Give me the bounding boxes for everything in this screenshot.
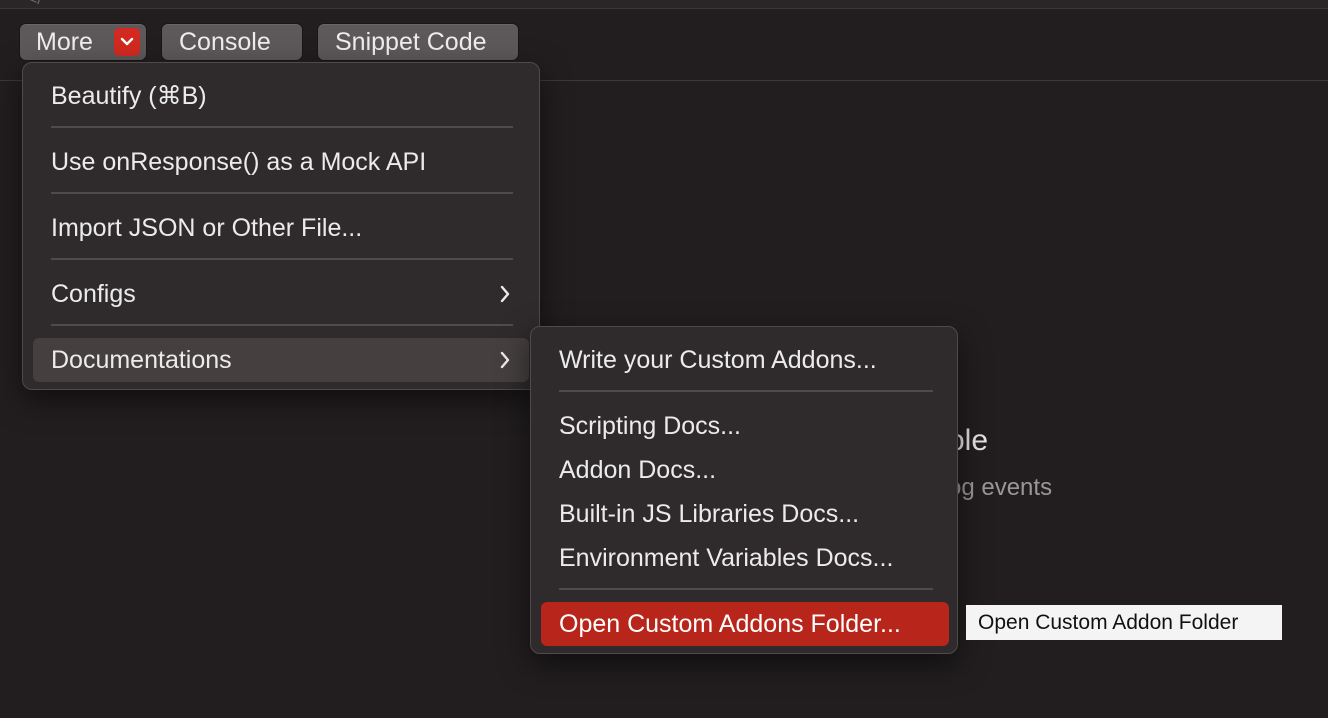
menu-item-documentations[interactable]: Documentations bbox=[33, 338, 529, 382]
menu-separator bbox=[51, 258, 513, 260]
menu-item-mock-api[interactable]: Use onResponse() as a Mock API bbox=[33, 140, 529, 184]
submenu-item-scripting-docs[interactable]: Scripting Docs... bbox=[541, 404, 949, 448]
menu-item-label: Use onResponse() as a Mock API bbox=[51, 148, 427, 176]
submenu-item-js-libraries-docs[interactable]: Built-in JS Libraries Docs... bbox=[541, 492, 949, 536]
menu-separator bbox=[51, 324, 513, 326]
menu-separator bbox=[559, 390, 933, 392]
menu-item-import-json[interactable]: Import JSON or Other File... bbox=[33, 206, 529, 250]
submenu-item-write-custom-addons[interactable]: Write your Custom Addons... bbox=[541, 338, 949, 382]
more-button[interactable]: More bbox=[20, 24, 146, 60]
more-button-label: More bbox=[36, 28, 93, 56]
menu-item-label: Beautify (⌘B) bbox=[51, 82, 207, 110]
menu-separator bbox=[559, 588, 933, 590]
console-button[interactable]: Console bbox=[162, 24, 302, 60]
more-dropdown-toggle[interactable] bbox=[114, 28, 140, 56]
chevron-down-icon bbox=[120, 37, 134, 46]
menu-separator bbox=[51, 192, 513, 194]
menu-item-label: Import JSON or Other File... bbox=[51, 214, 363, 242]
console-empty-subtext: og events bbox=[948, 474, 1053, 501]
tooltip: Open Custom Addon Folder bbox=[966, 605, 1282, 640]
submenu-item-addon-docs[interactable]: Addon Docs... bbox=[541, 448, 949, 492]
submenu-item-open-addons-folder[interactable]: Open Custom Addons Folder... bbox=[541, 602, 949, 646]
menu-item-beautify[interactable]: Beautify (⌘B) bbox=[33, 74, 529, 118]
chevron-right-icon bbox=[500, 285, 510, 303]
menu-item-label: Addon Docs... bbox=[559, 456, 717, 484]
documentations-submenu: Write your Custom Addons... Scripting Do… bbox=[530, 326, 958, 654]
menu-item-label: Documentations bbox=[51, 346, 232, 374]
partial-code-glyph: </ bbox=[28, 0, 42, 9]
menu-item-label: Scripting Docs... bbox=[559, 412, 742, 440]
menu-item-label: Environment Variables Docs... bbox=[559, 544, 894, 572]
snippet-code-button[interactable]: Snippet Code bbox=[318, 24, 518, 60]
chevron-right-icon bbox=[500, 351, 510, 369]
menu-item-configs[interactable]: Configs bbox=[33, 272, 529, 316]
more-dropdown-menu: Beautify (⌘B) Use onResponse() as a Mock… bbox=[22, 62, 540, 390]
top-strip: </ bbox=[0, 0, 1328, 9]
menu-item-label: Open Custom Addons Folder... bbox=[559, 610, 901, 638]
menu-item-label: Built-in JS Libraries Docs... bbox=[559, 500, 860, 528]
menu-separator bbox=[51, 126, 513, 128]
menu-item-label: Configs bbox=[51, 280, 136, 308]
submenu-item-env-variables-docs[interactable]: Environment Variables Docs... bbox=[541, 536, 949, 580]
menu-item-label: Write your Custom Addons... bbox=[559, 346, 877, 374]
